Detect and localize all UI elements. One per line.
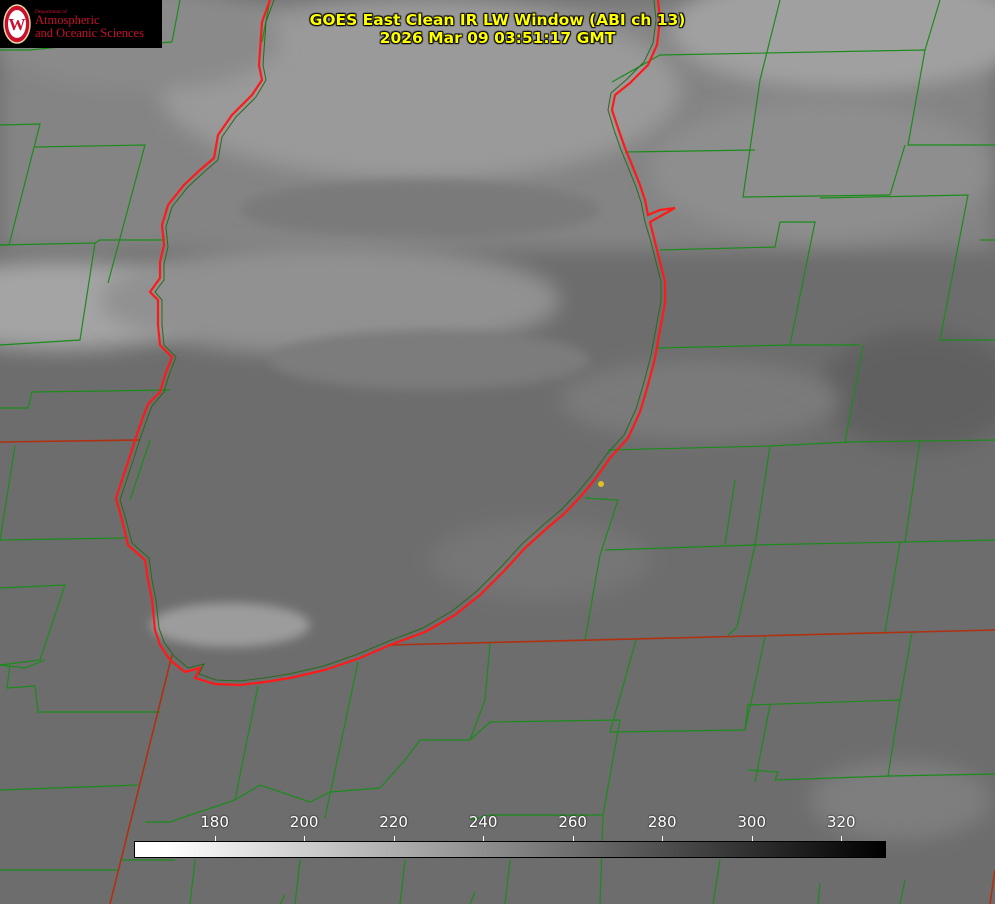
image-timestamp: 2026 Mar 09 03:51:17 GMT <box>379 29 616 47</box>
temperature-colorbar <box>134 841 886 858</box>
colorbar-tick-label: 220 <box>379 813 408 831</box>
colorbar-tick-label: 300 <box>737 813 767 831</box>
colorbar-tick-label: 240 <box>468 813 498 831</box>
image-title: GOES East Clean IR LW Window (ABI ch 13) <box>309 11 686 29</box>
location-marker <box>598 481 604 487</box>
colorbar-tick-label: 180 <box>200 813 229 831</box>
ir-imagery <box>0 0 995 904</box>
satellite-map <box>0 0 995 904</box>
colorbar-tick-label: 280 <box>647 813 677 831</box>
colorbar-tick-label: 260 <box>558 813 587 831</box>
colorbar-tick-label: 320 <box>826 813 856 831</box>
colorbar-tick-label: 200 <box>289 813 319 831</box>
